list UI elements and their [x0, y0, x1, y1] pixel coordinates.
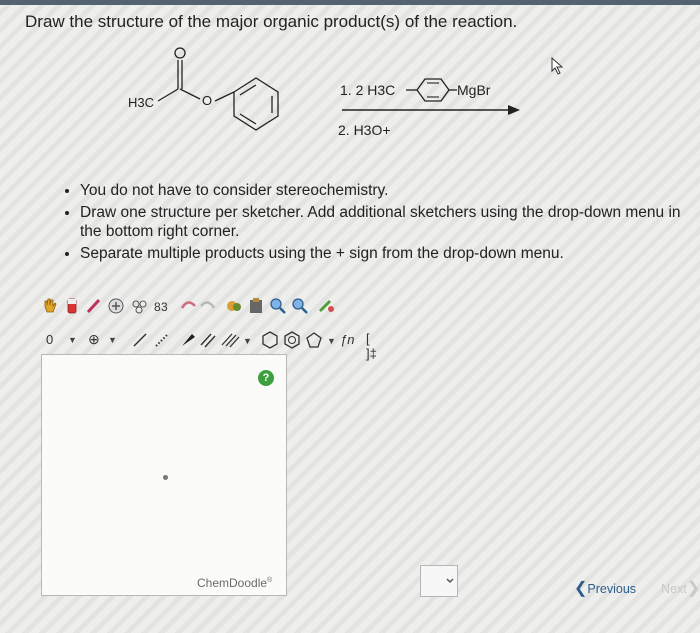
wedge-bond-icon[interactable]: [178, 330, 198, 350]
atom-map-icon[interactable]: [130, 296, 150, 316]
methyl-bond: [157, 88, 179, 102]
previous-button[interactable]: ❮Previous: [574, 578, 636, 598]
ester-bond: [179, 88, 201, 100]
instruction-item: Draw one structure per sketcher. Add add…: [80, 203, 682, 241]
redo-icon[interactable]: [198, 296, 218, 316]
charge-value: 0: [46, 332, 54, 347]
hashed-bond-icon[interactable]: [152, 330, 172, 350]
question-text: Draw the structure of the major organic …: [25, 12, 518, 31]
step1-reagent-text: MgBr: [457, 82, 491, 98]
help-button[interactable]: ?: [258, 370, 274, 386]
top-header-bar: [0, 0, 700, 5]
instruction-item: Separate multiple products using the + s…: [80, 244, 682, 263]
paste-icon[interactable]: [246, 296, 266, 316]
template-icon[interactable]: 83: [152, 296, 172, 316]
chevron-down-icon: [446, 578, 454, 584]
tolyl-ring: [416, 78, 450, 102]
lasso-icon[interactable]: [84, 296, 104, 316]
zoom-in-icon[interactable]: [268, 296, 288, 316]
svg-text:3: 3: [161, 300, 168, 314]
chevron-down-icon: ▼: [108, 335, 117, 345]
reaction-scheme: H3C O 1. 2 H3C MgBr 2. H3O+: [128, 47, 520, 138]
chevron-down-icon[interactable]: ▼: [243, 336, 252, 346]
copy-icon[interactable]: [224, 296, 244, 316]
instruction-item: You do not have to consider stereochemis…: [80, 181, 682, 200]
svg-text:8: 8: [154, 300, 161, 314]
mouse-cursor-icon: [551, 57, 564, 75]
hand-tool-icon[interactable]: [40, 296, 60, 316]
instructions-list: You do not have to consider stereochemis…: [62, 181, 682, 266]
zoom-out-icon[interactable]: [290, 296, 310, 316]
previous-label: Previous: [587, 582, 637, 596]
chevron-left-icon: ❮: [574, 580, 588, 597]
single-bond-icon[interactable]: [130, 330, 150, 350]
functional-group-button[interactable]: ƒn: [340, 332, 354, 347]
next-button[interactable]: Next❯: [661, 578, 700, 598]
clear-icon[interactable]: [106, 296, 126, 316]
plus-charge-icon: ⊕: [88, 331, 100, 347]
canvas-atom-dot: [163, 475, 168, 480]
carbonyl-oxygen: [174, 47, 186, 59]
next-label: Next: [661, 582, 687, 596]
step1-text: 1. 2 H3C: [340, 82, 395, 98]
chevron-right-icon: ❯: [686, 580, 700, 597]
bracket-button[interactable]: [ ]‡: [366, 331, 377, 361]
chevron-down-icon[interactable]: ▼: [327, 336, 336, 346]
clean-icon[interactable]: [316, 296, 336, 316]
charge-selector[interactable]: 0 ▼: [46, 332, 77, 347]
cyclopentane-icon[interactable]: [304, 330, 324, 350]
ring-double-bond-3: [239, 113, 257, 125]
undo-icon[interactable]: [178, 296, 198, 316]
chemdoodle-brand: ChemDoodle®: [197, 576, 272, 590]
brand-text: ChemDoodle: [197, 576, 268, 590]
plus-selector[interactable]: ⊕ ▼: [88, 331, 117, 348]
step2-text: 2. H3O+: [338, 122, 391, 138]
cyclohexane-icon[interactable]: [282, 330, 302, 350]
ester-oxygen-label: O: [202, 93, 212, 108]
add-sketcher-dropdown[interactable]: [420, 565, 458, 597]
eraser-icon[interactable]: [62, 296, 82, 316]
benzene-ring-icon[interactable]: [260, 330, 280, 350]
double-bond-icon[interactable]: [198, 330, 218, 350]
triple-bond-icon[interactable]: [220, 330, 240, 350]
brand-mark: ®: [267, 577, 273, 584]
reaction-arrowhead: [508, 105, 520, 115]
o-ring-bond: [214, 91, 235, 102]
methyl-label: H3C: [128, 95, 154, 110]
chevron-down-icon: ▼: [68, 335, 77, 345]
